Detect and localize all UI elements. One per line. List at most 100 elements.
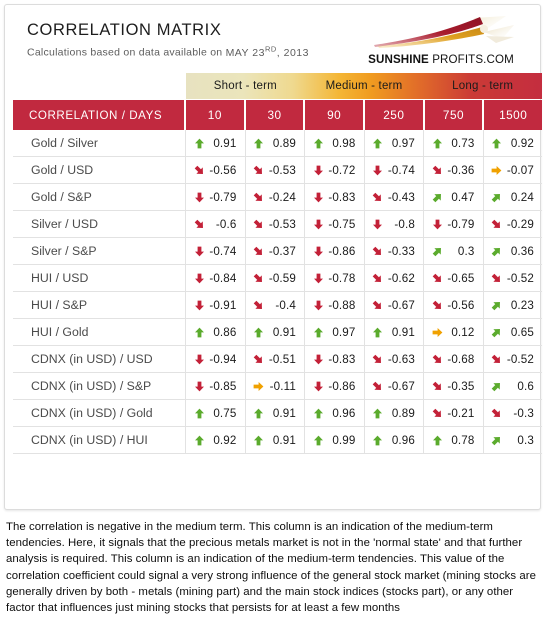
arrow-down-right-icon [253,354,262,363]
arrow-up-icon [432,138,442,148]
trend-arrow [490,165,504,176]
arrow-down-icon [194,300,204,310]
trend-arrow [490,381,504,392]
subtitle-prefix: Calculations based on data available on [27,46,223,59]
arrow-up-icon [194,435,204,445]
trend-arrow [311,219,325,230]
correlation-value: -0.62 [387,271,415,285]
correlation-cell: -0.68 [424,346,484,372]
arrow-up-right-icon [491,436,500,445]
term-label-1: Medium - term [325,80,403,92]
table-row: HUI / S&P -0.91 -0.4 -0.88 -0.67 -0.56 0.23 [13,292,542,319]
correlation-cell: -0.84 [186,265,246,291]
table-row: HUI / USD -0.84 -0.59 -0.78 -0.62 -0.65 -0.52 [13,265,542,292]
trend-arrow [192,381,206,392]
correlation-value: 0.91 [213,136,237,150]
day-header-750[interactable]: 750 [424,100,485,130]
arrow-up-right-icon [491,193,500,202]
correlation-cell: -0.37 [246,238,305,264]
term-label-0: Short - term [213,80,277,92]
correlation-value: 0.36 [510,244,534,258]
correlation-cell: -0.07 [484,157,543,183]
row-cells: -0.85 -0.11 -0.86 -0.67 -0.35 0.6 [186,373,542,399]
arrow-down-right-icon [194,219,203,228]
day-header-90[interactable]: 90 [305,100,366,130]
correlation-cell: 0.75 [186,400,246,426]
trend-arrow [490,300,504,311]
arrow-down-icon [313,219,323,229]
trend-arrow [371,192,385,203]
trend-arrow [252,192,266,203]
arrow-down-icon [313,300,323,310]
correlation-cell: 0.12 [424,319,484,345]
trend-arrow [311,165,325,176]
trend-arrow [430,381,444,392]
correlation-cell: -0.86 [305,373,365,399]
correlation-value: 0.23 [510,298,534,312]
arrow-down-icon [194,192,204,202]
correlation-value: -0.88 [328,298,356,312]
arrow-down-right-icon [432,273,441,282]
trend-arrow [192,138,206,149]
table-row: Gold / USD -0.56 -0.53 -0.72 -0.74 -0.36 -0.07 [13,157,542,184]
correlation-value: -0.68 [447,352,475,366]
table-row: CDNX (in USD) / S&P -0.85 -0.11 -0.86 -0.67-… [13,373,542,400]
logo-wordmark-bold: SUNSHINE [368,53,429,66]
correlation-value: -0.75 [328,217,356,231]
correlation-cell: -0.43 [365,184,424,210]
table-row: Silver / S&P -0.74 -0.37 -0.86 -0.33 0.3 0.36 [13,238,542,265]
correlation-value: -0.37 [268,244,296,258]
arrow-up-icon [254,408,263,418]
correlation-value: 0.3 [517,433,534,447]
row-cells: -0.56 -0.53 -0.72 -0.74 -0.36 -0.07 [186,157,542,183]
trend-arrow [311,246,325,257]
arrow-up-icon [373,138,382,148]
day-header-10[interactable]: 10 [186,100,246,130]
correlation-value: -0.33 [387,244,415,258]
row-label: Silver / USD [13,211,186,237]
day-header-250[interactable]: 250 [365,100,425,130]
day-header-1500[interactable]: 1500 [484,100,543,130]
trend-arrow [311,192,325,203]
page-title: CORRELATION MATRIX [27,21,222,39]
arrow-up-icon [313,327,323,337]
correlation-value: -0.6 [215,217,237,231]
correlation-cell: -0.79 [186,184,246,210]
correlation-cell: -0.33 [365,238,424,264]
correlation-cell: 0.23 [484,292,543,318]
correlation-value: 0.92 [213,433,237,447]
trend-arrow [490,138,504,149]
table-row: HUI / Gold 0.86 0.91 0.97 0.91 0.12 0.65 [13,319,542,346]
arrow-down-right-icon [491,408,500,417]
arrow-down-icon [313,165,323,175]
arrow-down-right-icon [432,300,441,309]
arrow-down-right-icon [253,165,262,174]
row-cells: -0.91 -0.4 -0.88 -0.67 -0.56 0.23 [186,292,542,318]
arrow-up-icon [432,435,442,445]
correlation-cell: -0.78 [305,265,365,291]
correlation-value: -0.72 [328,163,356,177]
day-header-30[interactable]: 30 [245,100,306,130]
correlation-cell: 0.86 [186,319,246,345]
correlation-value: -0.78 [328,271,356,285]
correlation-cell: 0.91 [246,400,305,426]
logo-wordmark-regular: PROFITS.COM [428,53,514,66]
correlation-cell: -0.56 [424,292,484,318]
row-label: Gold / S&P [13,184,186,210]
correlation-value: -0.51 [268,352,296,366]
correlation-cell: -0.59 [246,265,305,291]
correlation-value: 0.12 [451,325,475,339]
correlation-cell: -0.4 [246,292,305,318]
matrix-card: CORRELATION MATRIX Calculations based on… [4,4,543,510]
arrow-down-right-icon [432,408,441,417]
arrow-up-icon [492,138,501,148]
correlation-cell: 0.47 [424,184,484,210]
trend-arrow [192,300,206,311]
row-label: CDNX (in USD) / S&P [13,373,186,399]
arrow-down-right-icon [432,381,441,390]
trend-arrow [430,138,444,149]
logo-rays-icon [374,16,514,48]
trend-arrow [311,300,325,311]
row-label: Gold / Silver [13,130,186,156]
correlation-cell: -0.85 [186,373,246,399]
